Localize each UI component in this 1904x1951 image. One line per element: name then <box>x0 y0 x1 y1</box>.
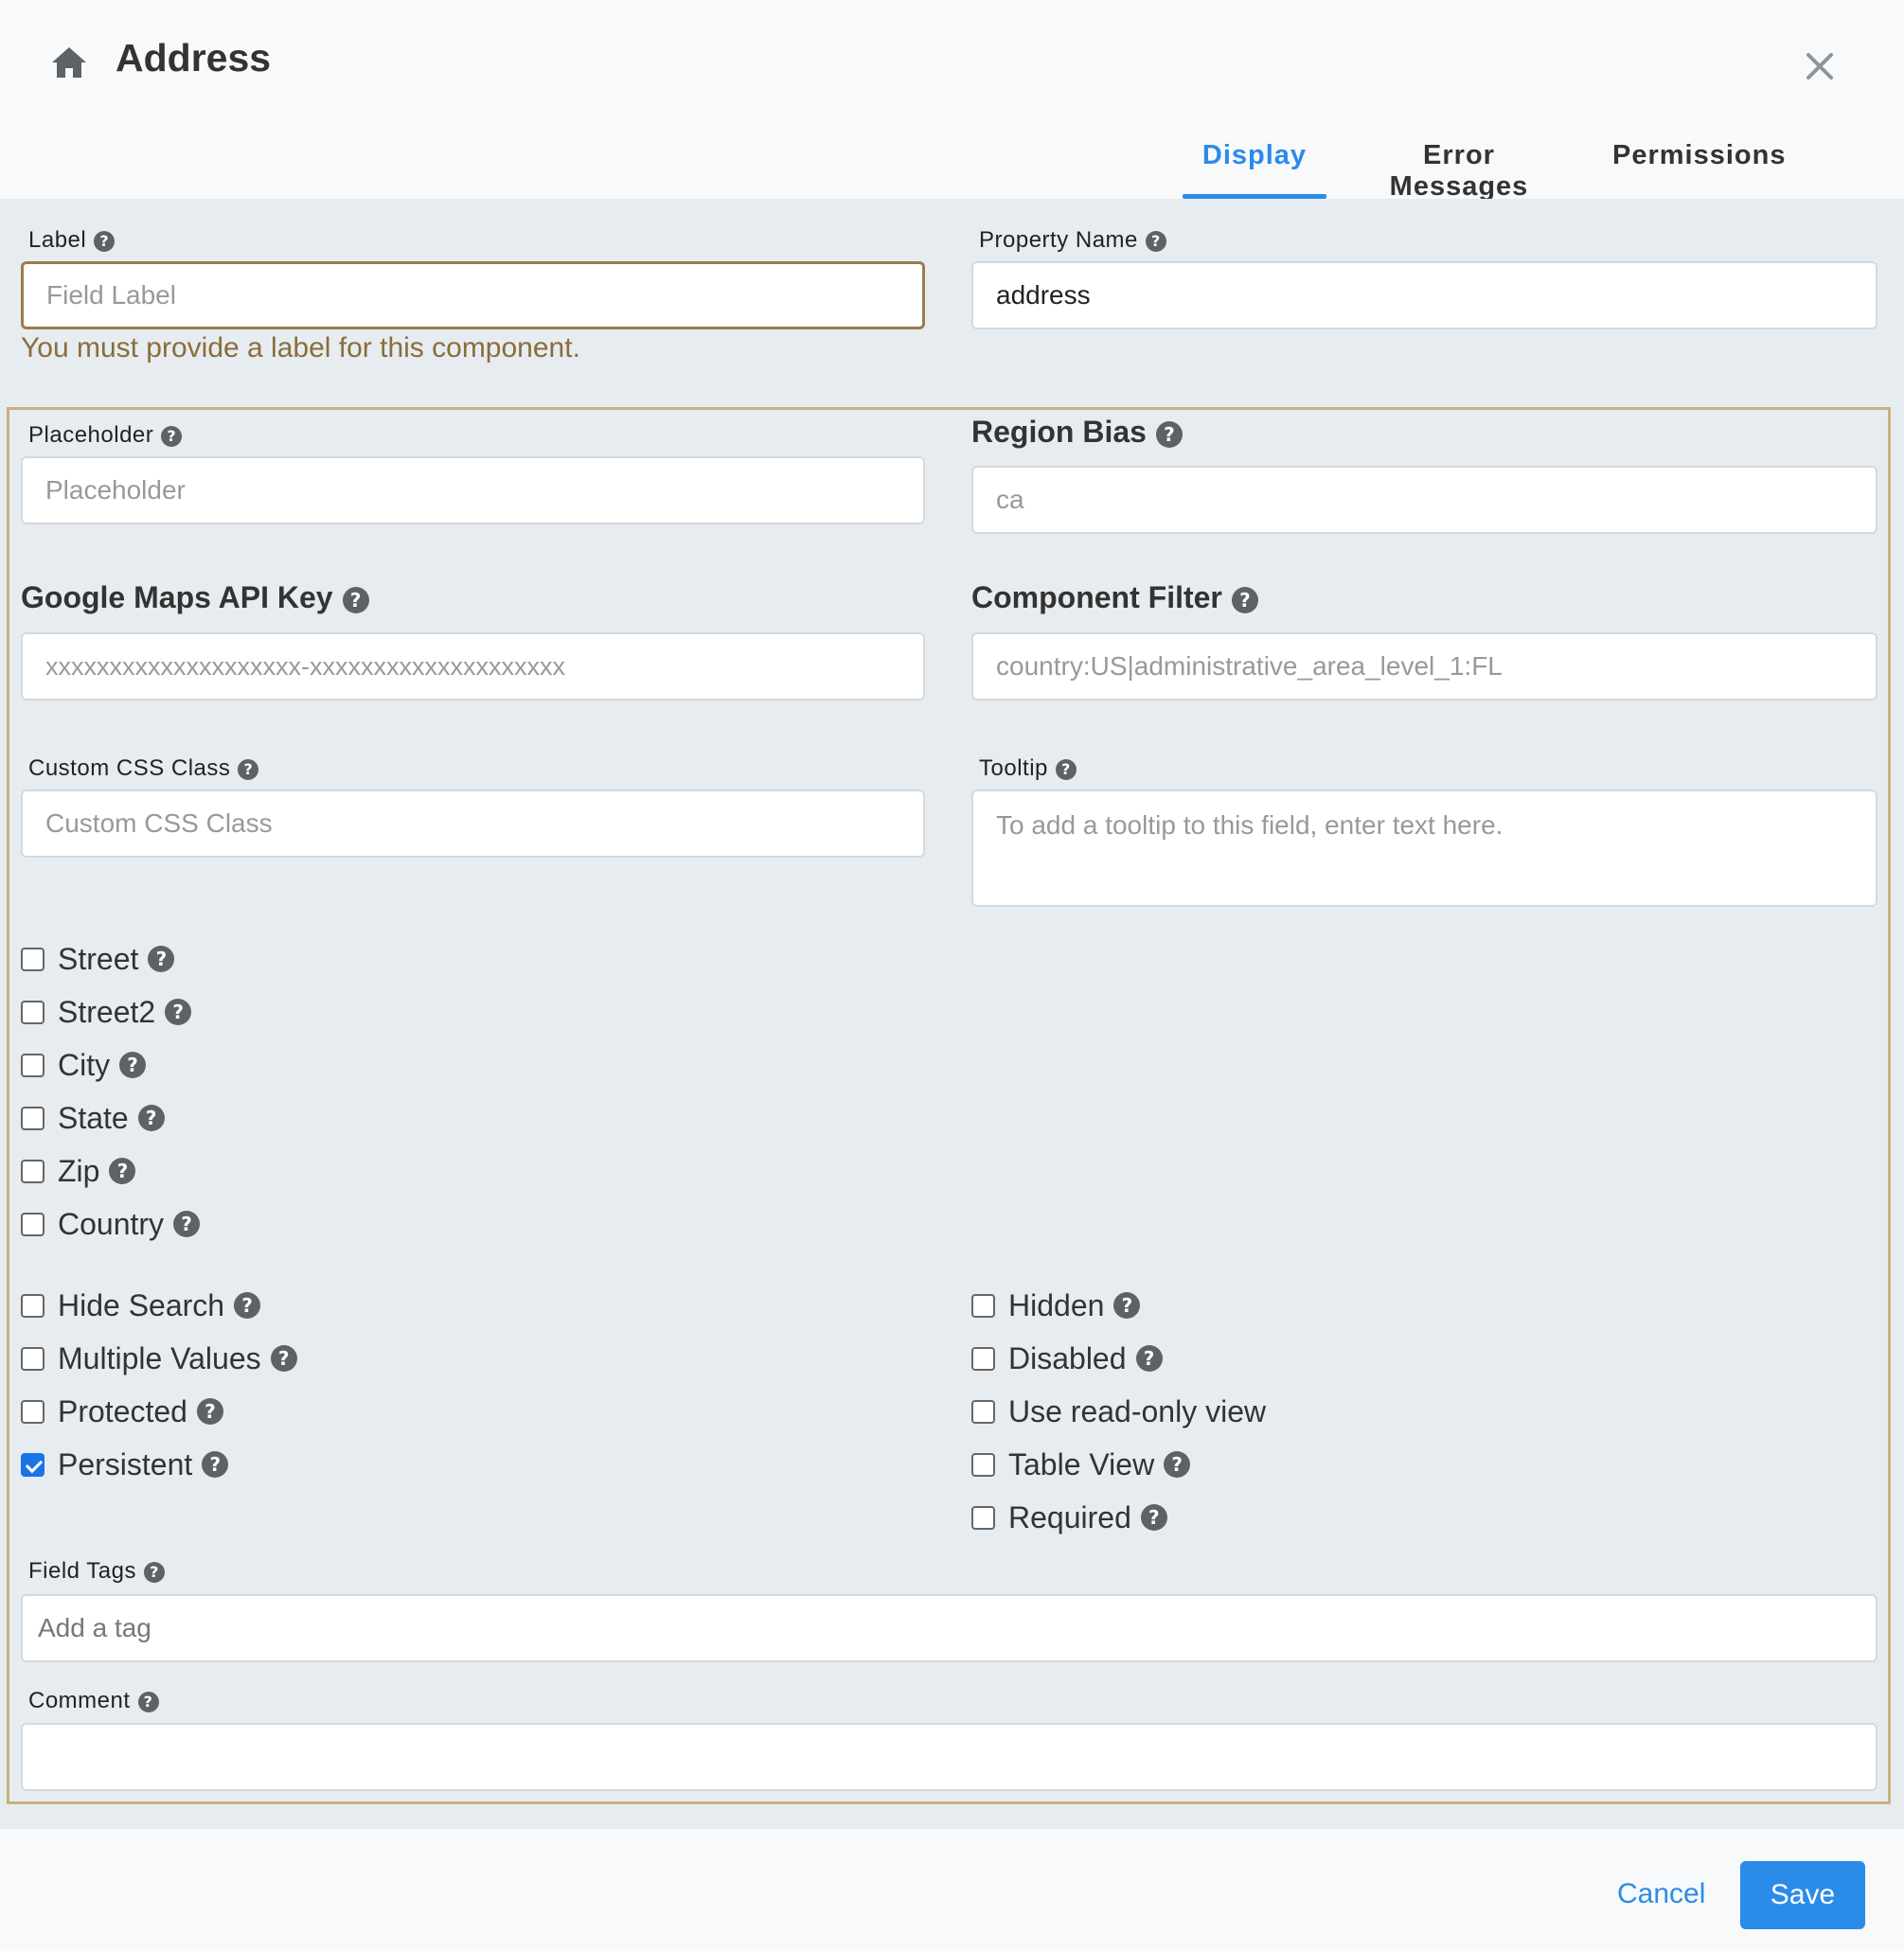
checkbox-hide-search[interactable]: Hide Search? <box>21 1286 261 1324</box>
label-error-message: You must provide a label for this compon… <box>21 332 580 364</box>
region-bias-input[interactable]: ca <box>971 466 1877 534</box>
checkbox-table-view[interactable]: Table View? <box>971 1446 1191 1483</box>
tab-bar: Display Error Messages Permissions <box>0 133 1904 202</box>
checkbox-box[interactable] <box>21 1212 44 1236</box>
help-icon[interactable]: ? <box>1164 1451 1191 1478</box>
tab-permissions[interactable]: Permissions <box>1612 133 1785 199</box>
help-icon[interactable]: ? <box>173 1211 201 1237</box>
modal-title: Address <box>116 36 272 80</box>
help-icon[interactable]: ? <box>137 1691 159 1712</box>
checkbox-state[interactable]: State? <box>21 1099 165 1137</box>
tab-display[interactable]: Display <box>1183 133 1326 199</box>
region-bias-label: Region Bias? <box>971 415 1183 450</box>
custom-css-input[interactable]: Custom CSS Class <box>21 789 925 858</box>
checkbox-zip[interactable]: Zip? <box>21 1152 136 1190</box>
checkbox-box[interactable] <box>971 1346 995 1371</box>
field-tags-label: Field Tags? <box>28 1558 165 1585</box>
property-name-input[interactable]: address <box>971 261 1877 329</box>
checkbox-box[interactable] <box>21 1293 44 1318</box>
checkbox-box[interactable] <box>971 1399 995 1424</box>
help-icon[interactable]: ? <box>1135 1345 1163 1372</box>
address-component-modal: Address Display Error Messages Permissio… <box>0 0 1904 1951</box>
home-icon <box>52 47 86 78</box>
checkbox-box[interactable] <box>21 1053 44 1077</box>
api-key-label: Google Maps API Key? <box>21 580 369 615</box>
checkbox-read-only-view[interactable]: Use read-only view <box>971 1392 1266 1430</box>
component-filter-input[interactable]: country:US|administrative_area_level_1:F… <box>971 632 1877 701</box>
checkbox-box[interactable] <box>21 947 44 971</box>
checkbox-persistent[interactable]: Persistent? <box>21 1446 229 1483</box>
custom-css-label: Custom CSS Class? <box>28 755 259 782</box>
help-icon[interactable]: ? <box>165 999 192 1025</box>
component-filter-label: Component Filter? <box>971 580 1258 615</box>
help-icon[interactable]: ? <box>143 1561 165 1583</box>
api-key-input[interactable]: xxxxxxxxxxxxxxxxxxxx-xxxxxxxxxxxxxxxxxxx… <box>21 632 925 701</box>
checkbox-box[interactable] <box>21 1000 44 1024</box>
help-icon[interactable]: ? <box>1140 1504 1167 1531</box>
checkbox-required[interactable]: Required? <box>971 1499 1167 1536</box>
help-icon[interactable]: ? <box>1231 586 1258 613</box>
save-button[interactable]: Save <box>1740 1861 1865 1929</box>
help-icon[interactable]: ? <box>238 758 259 780</box>
checkbox-disabled[interactable]: Disabled? <box>971 1339 1163 1377</box>
help-icon[interactable]: ? <box>1155 420 1183 448</box>
checkbox-hidden[interactable]: Hidden? <box>971 1286 1141 1324</box>
help-icon[interactable]: ? <box>148 946 175 972</box>
help-icon[interactable]: ? <box>1055 758 1077 780</box>
tooltip-label: Tooltip? <box>979 755 1077 782</box>
tab-error-messages[interactable]: Error Messages <box>1354 133 1564 202</box>
label-field-label: Label? <box>28 227 116 254</box>
modal-header: Address Display Error Messages Permissio… <box>0 0 1904 202</box>
checkbox-box-checked[interactable] <box>21 1452 44 1477</box>
placeholder-label: Placeholder? <box>28 422 183 449</box>
checkbox-street[interactable]: Street? <box>21 940 175 978</box>
checkbox-box[interactable] <box>971 1293 995 1318</box>
help-icon[interactable]: ? <box>1145 230 1166 252</box>
checkbox-street2[interactable]: Street2? <box>21 993 192 1031</box>
checkbox-box[interactable] <box>21 1399 44 1424</box>
help-icon[interactable]: ? <box>119 1052 147 1078</box>
comment-label: Comment? <box>28 1688 159 1714</box>
help-icon[interactable]: ? <box>196 1398 223 1425</box>
property-name-label: Property Name? <box>979 227 1166 254</box>
help-icon[interactable]: ? <box>109 1158 136 1184</box>
checkbox-country[interactable]: Country? <box>21 1205 201 1243</box>
close-icon[interactable] <box>1799 45 1841 87</box>
help-icon[interactable]: ? <box>161 425 183 447</box>
label-input[interactable]: Field Label <box>21 261 925 329</box>
field-tags-input[interactable]: Add a tag <box>21 1594 1877 1662</box>
checkbox-box[interactable] <box>21 1106 44 1130</box>
checkbox-box[interactable] <box>971 1505 995 1530</box>
checkbox-city[interactable]: City? <box>21 1046 147 1084</box>
checkbox-protected[interactable]: Protected? <box>21 1392 223 1430</box>
modal-footer: Cancel Save <box>0 1829 1904 1951</box>
placeholder-input[interactable]: Placeholder <box>21 456 925 524</box>
help-icon[interactable]: ? <box>94 230 116 252</box>
help-icon[interactable]: ? <box>234 1292 261 1319</box>
checkbox-box[interactable] <box>21 1346 44 1371</box>
help-icon[interactable]: ? <box>342 586 369 613</box>
checkbox-multiple-values[interactable]: Multiple Values? <box>21 1339 297 1377</box>
comment-textarea[interactable] <box>21 1723 1877 1791</box>
cancel-button[interactable]: Cancel <box>1617 1878 1705 1910</box>
modal-body: Label? Field Label You must provide a la… <box>0 199 1904 1829</box>
help-icon[interactable]: ? <box>202 1451 229 1478</box>
checkbox-box[interactable] <box>971 1452 995 1477</box>
help-icon[interactable]: ? <box>137 1105 165 1131</box>
tooltip-textarea[interactable]: To add a tooltip to this field, enter te… <box>971 789 1877 907</box>
checkbox-box[interactable] <box>21 1159 44 1183</box>
help-icon[interactable]: ? <box>1113 1292 1141 1319</box>
help-icon[interactable]: ? <box>270 1345 297 1372</box>
